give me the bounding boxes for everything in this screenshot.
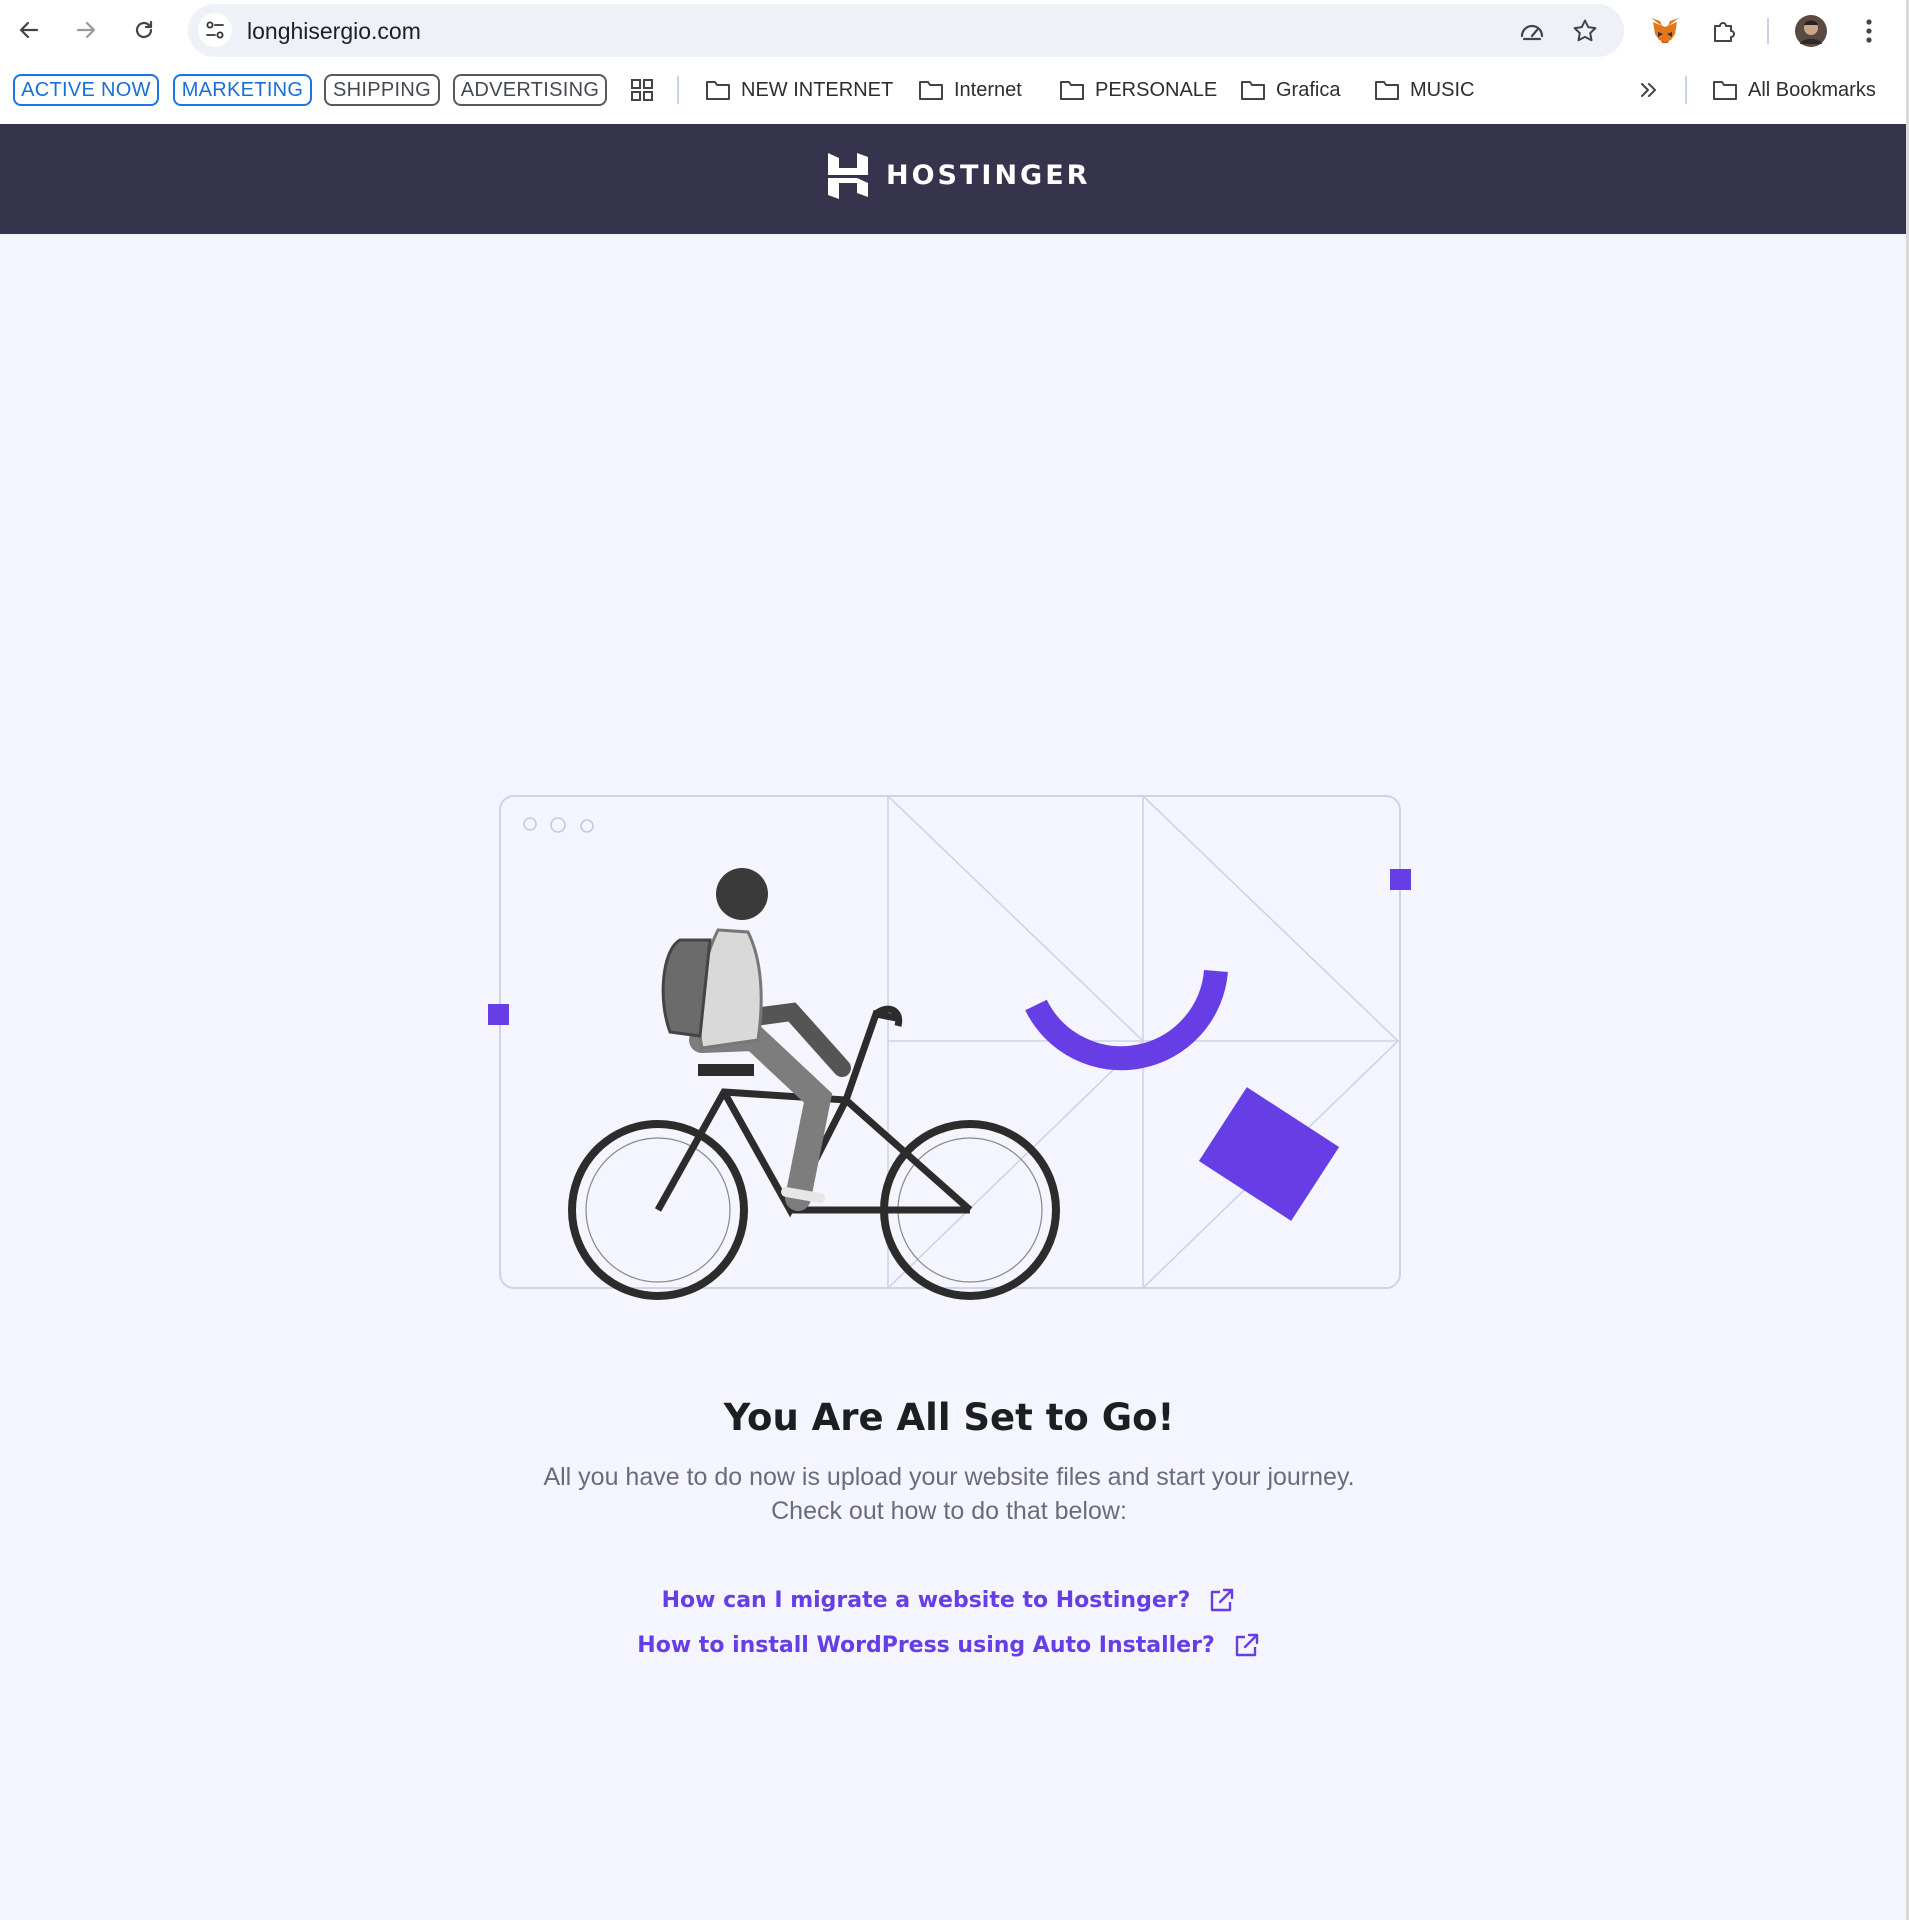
extensions-button[interactable] xyxy=(1705,12,1743,50)
bookmarks-divider xyxy=(1685,76,1687,104)
bookmark-folder-grafica[interactable]: Grafica xyxy=(1240,74,1340,106)
hostinger-logo[interactable]: HOSTINGER xyxy=(826,151,1090,199)
all-bookmarks-button[interactable]: All Bookmarks xyxy=(1712,74,1876,106)
bookmark-folder-label: Grafica xyxy=(1276,78,1341,101)
brand-name: HOSTINGER xyxy=(886,159,1091,191)
reload-icon xyxy=(135,20,153,39)
folder-icon xyxy=(919,81,943,100)
bookmark-folder-label: Internet xyxy=(954,78,1022,101)
forward-icon xyxy=(76,21,96,39)
migrate-website-link[interactable]: How can I migrate a website to Hostinger… xyxy=(0,1586,1898,1614)
star-icon xyxy=(1573,19,1597,42)
reload-button[interactable] xyxy=(126,12,162,48)
folder-icon xyxy=(1060,81,1084,100)
bookmark-shipping[interactable]: SHIPPING xyxy=(324,74,440,106)
hostinger-h-icon xyxy=(828,153,868,199)
bookmark-folder-internet[interactable]: Internet xyxy=(918,74,1022,106)
bookmark-folder-label: NEW INTERNET xyxy=(741,78,894,101)
profile-avatar xyxy=(1795,15,1827,47)
folder-icon xyxy=(1375,81,1399,100)
bookmark-folder-label: PERSONALE xyxy=(1095,78,1218,101)
url-text[interactable]: longhisergio.com xyxy=(247,18,421,45)
forward-button[interactable] xyxy=(68,12,104,48)
performance-button[interactable] xyxy=(1515,14,1549,48)
bookmarks-bar: ACTIVE NOW MARKETING SHIPPING ADVERTISIN… xyxy=(0,66,1906,114)
external-link-icon xyxy=(1235,1633,1258,1657)
bookmark-label: ADVERTISING xyxy=(460,78,600,101)
install-wordpress-link[interactable]: How to install WordPress using Auto Inst… xyxy=(0,1631,1898,1659)
accent-square-left xyxy=(488,1004,509,1025)
browser-toolbar: longhisergio.com xyxy=(0,0,1906,62)
overflow-chevron-icon xyxy=(1641,83,1656,97)
bookmarks-divider xyxy=(677,76,679,104)
hero-illustration xyxy=(488,795,1411,1300)
address-bar[interactable]: longhisergio.com xyxy=(188,4,1624,57)
apps-button[interactable] xyxy=(623,71,661,109)
link-label: How to install WordPress using Auto Inst… xyxy=(637,1632,1215,1658)
bookmark-label: MARKETING xyxy=(181,78,304,101)
browser-window-frame xyxy=(499,795,1401,1289)
subtitle-line-1: All you have to do now is upload your we… xyxy=(543,1463,1355,1491)
site-header: HOSTINGER xyxy=(0,124,1906,234)
bookmarks-overflow-button[interactable] xyxy=(1629,71,1667,109)
bookmark-label: SHIPPING xyxy=(333,78,431,101)
profile-button[interactable] xyxy=(1792,12,1830,50)
bookmark-active-now[interactable]: ACTIVE NOW xyxy=(13,74,159,106)
folder-icon xyxy=(1241,81,1265,100)
browser-chrome: longhisergio.com ACTIVE NOW MARKETING SH… xyxy=(0,0,1906,124)
link-label: How can I migrate a website to Hostinger… xyxy=(661,1587,1191,1613)
accent-square-right xyxy=(1390,869,1411,890)
bookmark-marketing[interactable]: MARKETING xyxy=(173,74,312,106)
performance-icon xyxy=(1520,24,1544,41)
bookmark-folder-new-internet[interactable]: NEW INTERNET xyxy=(705,74,893,106)
bookmark-label: ACTIVE NOW xyxy=(21,78,151,101)
back-button[interactable] xyxy=(11,12,47,48)
all-bookmarks-label: All Bookmarks xyxy=(1748,78,1876,101)
bookmark-folder-label: MUSIC xyxy=(1410,78,1475,101)
folder-icon xyxy=(1713,81,1737,100)
menu-icon xyxy=(1866,19,1872,43)
apps-grid-icon xyxy=(631,79,653,101)
bookmark-advertising[interactable]: ADVERTISING xyxy=(453,74,607,106)
folder-icon xyxy=(706,81,730,100)
bookmark-folder-music[interactable]: MUSIC xyxy=(1374,74,1474,106)
page-title: You Are All Set to Go! xyxy=(723,1396,1175,1439)
page-subtitle: All you have to do now is upload your we… xyxy=(0,1460,1898,1528)
metamask-extension-button[interactable] xyxy=(1646,12,1684,50)
extensions-icon xyxy=(1714,22,1735,42)
bookmark-folder-personale[interactable]: PERSONALE xyxy=(1059,74,1217,106)
toolbar-divider xyxy=(1767,18,1769,44)
browser-menu-button[interactable] xyxy=(1850,12,1888,50)
site-info-button[interactable] xyxy=(198,13,232,47)
back-icon xyxy=(19,21,39,39)
site-info-icon xyxy=(206,21,224,39)
subtitle-line-2: Check out how to do that below: xyxy=(771,1497,1127,1525)
bookmark-star-button[interactable] xyxy=(1568,14,1602,48)
metamask-fox-icon xyxy=(1651,18,1679,43)
external-link-icon xyxy=(1211,1588,1234,1612)
